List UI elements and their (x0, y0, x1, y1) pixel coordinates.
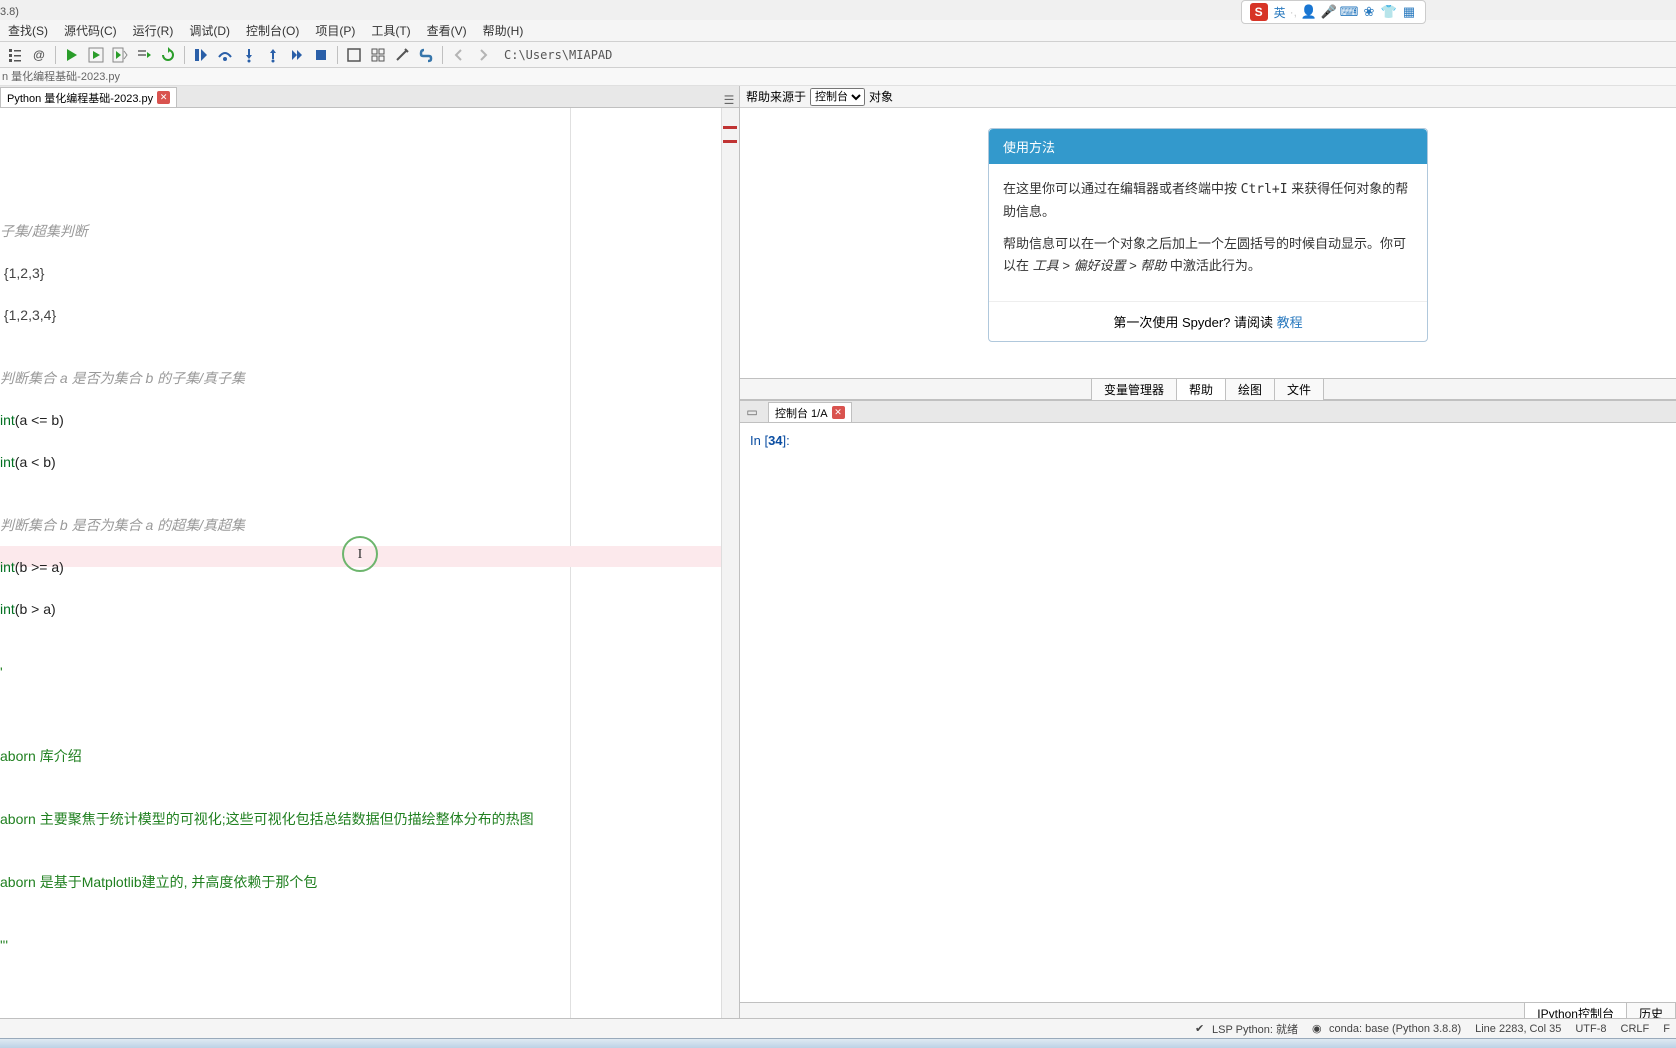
cursor-indicator: I (342, 536, 378, 572)
help-source-select[interactable]: 控制台 (810, 88, 865, 106)
status-conda[interactable]: ◉conda: base (Python 3.8.8) (1312, 1022, 1461, 1035)
debug-continue-icon[interactable] (286, 44, 308, 66)
person-icon[interactable]: 👤 (1301, 4, 1317, 20)
menu-view[interactable]: 查看(V) (419, 19, 475, 42)
help-card: 使用方法 在这里你可以通过在编辑器或者终端中按 Ctrl+I 来获得任何对象的帮… (988, 128, 1428, 342)
mic-icon[interactable]: 🎤 (1321, 4, 1337, 20)
tab-files[interactable]: 文件 (1274, 378, 1324, 401)
help-source-label: 帮助来源于 (746, 88, 806, 105)
shirt-icon[interactable]: 👕 (1381, 4, 1397, 20)
os-taskbar[interactable] (0, 1038, 1676, 1048)
checkmark-icon: ✔ (1195, 1022, 1208, 1035)
preferences-icon[interactable] (391, 44, 413, 66)
editor-tab[interactable]: Python 量化编程基础-2023.py ✕ (0, 87, 177, 107)
menu-source[interactable]: 源代码(C) (56, 19, 125, 42)
console-tab[interactable]: 控制台 1/A ✕ (768, 402, 852, 422)
status-line-col[interactable]: Line 2283, Col 35 (1475, 1023, 1561, 1035)
menu-project[interactable]: 项目(P) (307, 19, 363, 42)
close-icon[interactable]: ✕ (157, 91, 170, 104)
debug-stepover-icon[interactable] (214, 44, 236, 66)
status-bar: ✔LSP Python: 就绪 ◉conda: base (Python 3.8… (0, 1018, 1676, 1038)
status-rw[interactable]: F (1663, 1023, 1670, 1035)
help-content: 使用方法 在这里你可以通过在编辑器或者终端中按 Ctrl+I 来获得任何对象的帮… (740, 108, 1676, 378)
debug-step-icon[interactable] (190, 44, 212, 66)
pythonpath-icon[interactable] (415, 44, 437, 66)
sogou-icon[interactable]: S (1250, 3, 1268, 21)
console-prompt: In [34]: (750, 433, 790, 448)
tab-plots[interactable]: 绘图 (1225, 378, 1275, 401)
help-card-title: 使用方法 (989, 129, 1427, 164)
menu-help[interactable]: 帮助(H) (475, 19, 532, 42)
tab-variable-explorer[interactable]: 变量管理器 (1091, 378, 1177, 401)
ime-sep: ·, (1290, 5, 1297, 19)
toolbar: @ C:\Users\MIAPAD (0, 42, 1676, 68)
menu-bar: 查找(S) 源代码(C) 运行(R) 调试(D) 控制台(O) 项目(P) 工具… (0, 20, 1676, 42)
console-pane: ▭ 控制台 1/A ✕ In [34]: IPython控制台 历史 (740, 400, 1676, 1024)
console-body[interactable]: In [34]: (740, 423, 1676, 1002)
main-area: Python 量化编程基础-2023.py ✕ ☰ 子集/超集判断 {1,2,3… (0, 86, 1676, 1024)
grid-icon[interactable]: ▦ (1401, 4, 1417, 20)
conda-icon: ◉ (1312, 1022, 1325, 1035)
menu-debug[interactable]: 调试(D) (181, 19, 238, 42)
minimap-mark (723, 126, 737, 129)
ime-toolbar: S 英 ·, 👤 🎤 ⌨ ❀ 👕 ▦ (1241, 0, 1426, 24)
keyboard-icon[interactable]: ⌨ (1341, 4, 1357, 20)
run-cell-advance-icon[interactable] (109, 44, 131, 66)
run-cell-icon[interactable] (85, 44, 107, 66)
tutorial-link[interactable]: 教程 (1277, 315, 1303, 330)
help-card-footer: 第一次使用 Spyder? 请阅读 教程 (989, 301, 1427, 341)
rerun-icon[interactable] (157, 44, 179, 66)
separator (442, 46, 443, 64)
console-tab-label: 控制台 1/A (775, 405, 828, 421)
ime-lang[interactable]: 英 (1274, 4, 1286, 21)
separator (184, 46, 185, 64)
breadcrumb: n 量化编程基础-2023.py (0, 68, 1676, 86)
fullscreen-icon[interactable] (367, 44, 389, 66)
right-pane: 帮助来源于 控制台 对象 使用方法 在这里你可以通过在编辑器或者终端中按 Ctr… (740, 86, 1676, 1024)
at-icon[interactable]: @ (28, 44, 50, 66)
debug-stepout-icon[interactable] (262, 44, 284, 66)
flower-icon[interactable]: ❀ (1361, 4, 1377, 20)
menu-console[interactable]: 控制台(O) (238, 19, 307, 42)
menu-find[interactable]: 查找(S) (0, 19, 56, 42)
help-header: 帮助来源于 控制台 对象 (740, 86, 1676, 108)
run-selection-icon[interactable] (133, 44, 155, 66)
hamburger-icon[interactable]: ☰ (719, 93, 739, 107)
help-pane-tabs: 变量管理器 帮助 绘图 文件 (740, 378, 1676, 400)
editor-pane: Python 量化编程基础-2023.py ✕ ☰ 子集/超集判断 {1,2,3… (0, 86, 740, 1024)
working-dir-path: C:\Users\MIAPAD (504, 48, 612, 62)
debug-stop-icon[interactable] (310, 44, 332, 66)
outline-icon[interactable] (4, 44, 26, 66)
help-card-body: 在这里你可以通过在编辑器或者终端中按 Ctrl+I 来获得任何对象的帮助信息。 … (989, 164, 1427, 301)
debug-stepin-icon[interactable] (238, 44, 260, 66)
code-minimap[interactable] (721, 108, 739, 1024)
browse-tabs-icon[interactable]: ▭ (744, 404, 760, 420)
status-lsp[interactable]: ✔LSP Python: 就绪 (1195, 1021, 1298, 1037)
console-tabs: ▭ 控制台 1/A ✕ (740, 401, 1676, 423)
editor-tab-label: Python 量化编程基础-2023.py (7, 90, 153, 106)
status-encoding[interactable]: UTF-8 (1575, 1023, 1606, 1035)
minimap-mark (723, 140, 737, 143)
forward-icon[interactable] (472, 44, 494, 66)
help-object-label: 对象 (869, 88, 893, 105)
run-icon[interactable] (61, 44, 83, 66)
menu-run[interactable]: 运行(R) (125, 19, 182, 42)
maximize-icon[interactable] (343, 44, 365, 66)
close-icon[interactable]: ✕ (832, 406, 845, 419)
tab-help[interactable]: 帮助 (1176, 378, 1226, 401)
editor-tabs: Python 量化编程基础-2023.py ✕ ☰ (0, 86, 739, 108)
menu-tools[interactable]: 工具(T) (363, 19, 418, 42)
back-icon[interactable] (448, 44, 470, 66)
code-editor[interactable]: 子集/超集判断 {1,2,3} {1,2,3,4} 判断集合 a 是否为集合 b… (0, 108, 739, 1024)
separator (337, 46, 338, 64)
separator (55, 46, 56, 64)
version-label: 3.8) (0, 6, 19, 18)
status-eol[interactable]: CRLF (1621, 1023, 1650, 1035)
